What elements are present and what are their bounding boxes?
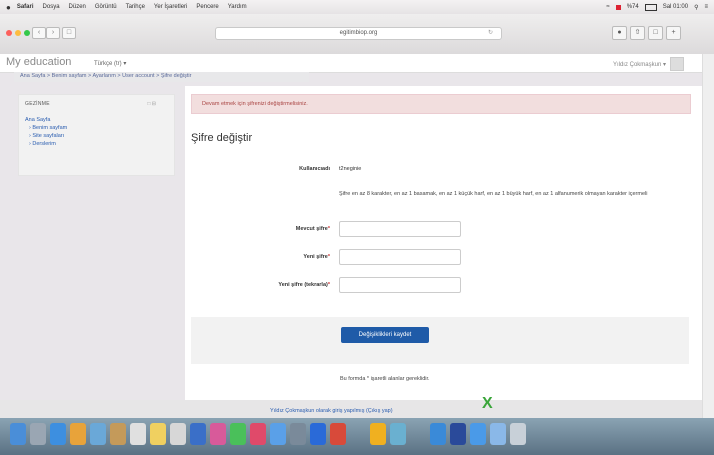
download-icon[interactable]: ● [612, 26, 627, 40]
logged-in-info[interactable]: Yıldız Çokmaşkun olarak giriş yapılmış (… [270, 408, 393, 414]
battery-percent: %74 [626, 4, 639, 10]
alert-message: Devam etmek için şifrenizi değiştirmelis… [191, 94, 691, 114]
browser-toolbar: ‹ › □ egitimbiop.org ↻ ● ⇧ □ + [0, 14, 714, 55]
required-fields-note: Bu formda * işaretli alanlar gereklidir. [340, 376, 430, 382]
password-policy: Şifre en az 8 karakter, en az 1 basamak,… [339, 191, 648, 197]
navigation-list: Ana Sayfa › Benim sayfam › Site sayfalar… [25, 116, 67, 148]
window-controls [6, 30, 30, 36]
nav-item-courses[interactable]: › Derslerim [25, 140, 67, 148]
menu-dosya[interactable]: Dosya [43, 4, 60, 10]
dock-spacer [350, 423, 366, 445]
navigation-heading: GEZİNME [25, 101, 50, 107]
nav-item-home[interactable]: Ana Sayfa [25, 116, 67, 124]
tabs-icon[interactable]: □ [648, 26, 663, 40]
avatar[interactable] [670, 57, 684, 71]
flag-icon[interactable] [615, 4, 621, 10]
close-window-icon[interactable] [6, 30, 12, 36]
new-password-again-input[interactable] [339, 277, 461, 293]
username-value: t2neginie [339, 166, 362, 172]
menu-duzen[interactable]: Düzen [69, 4, 86, 10]
save-changes-button[interactable]: Değişiklikleri kaydet [341, 327, 429, 343]
downloads-folder-icon[interactable] [430, 423, 446, 445]
notes-icon[interactable] [150, 423, 166, 445]
x-mark: X [482, 395, 493, 412]
form-actions: Değişiklikleri kaydet [191, 317, 689, 364]
folder-icon[interactable] [470, 423, 486, 445]
word-icon[interactable] [310, 423, 326, 445]
nav-item-my-page[interactable]: › Benim sayfam [25, 124, 67, 132]
safari-icon[interactable] [50, 423, 66, 445]
itunes-icon[interactable] [250, 423, 266, 445]
battery-icon[interactable] [644, 3, 657, 11]
contacts-icon[interactable] [110, 423, 126, 445]
required-mark: * [327, 254, 330, 260]
back-icon[interactable]: ‹ [32, 27, 46, 39]
language-menu[interactable]: Türkçe (tr) ▾ [94, 60, 126, 67]
address-bar[interactable]: egitimbiop.org ↻ [215, 27, 502, 40]
powerpoint-icon[interactable] [330, 423, 346, 445]
macos-menubar: ● Safari Dosya Düzen Görüntü Tarihçe Yer… [0, 0, 714, 14]
user-name: Yıldız Çokmaşkun ▾ [612, 61, 666, 68]
app-store-icon[interactable] [270, 423, 286, 445]
maps-icon[interactable] [190, 423, 206, 445]
dock-spacer [410, 423, 426, 445]
utility-icon[interactable] [390, 423, 406, 445]
apple-icon[interactable]: ● [6, 3, 11, 12]
system-preferences-icon[interactable] [290, 423, 306, 445]
mail-icon[interactable] [90, 423, 106, 445]
list-icon[interactable]: ≡ [704, 4, 708, 10]
new-password-label: Yeni şifre* [303, 254, 330, 260]
navigation-block: GEZİNME □ ⊟ Ana Sayfa › Benim sayfam › S… [18, 94, 175, 176]
menu-goruntu[interactable]: Görüntü [95, 4, 117, 10]
menu-yardim[interactable]: Yardım [228, 4, 247, 10]
photos-icon[interactable] [210, 423, 226, 445]
messages-icon[interactable] [230, 423, 246, 445]
sidebar-icon[interactable]: □ [62, 27, 76, 39]
menu-tarihce[interactable]: Tarihçe [126, 4, 145, 10]
nav-item-site-pages[interactable]: › Site sayfaları [25, 132, 67, 140]
zoom-window-icon[interactable] [24, 30, 30, 36]
launchpad-icon[interactable] [30, 423, 46, 445]
documents-icon[interactable] [450, 423, 466, 445]
required-mark: * [327, 226, 330, 232]
finder-icon[interactable] [10, 423, 26, 445]
clock[interactable]: Sal 01:00 [663, 4, 688, 10]
new-tab-icon[interactable]: + [666, 26, 681, 40]
wifi-icon[interactable]: ≈ [606, 4, 609, 10]
new-password-again-label: Yeni şifre (tekrarla)* [278, 282, 330, 288]
menu-safari[interactable]: Safari [17, 4, 34, 10]
new-password-input[interactable] [339, 249, 461, 265]
breadcrumb[interactable]: Ana Sayfa > Benim sayfam > Ayarlarım > U… [14, 72, 309, 82]
chrome-icon[interactable] [70, 423, 86, 445]
share-icon[interactable]: ⇧ [630, 26, 645, 40]
trash-icon[interactable] [510, 423, 526, 445]
menu-pencere[interactable]: Pencere [196, 4, 218, 10]
page-title: Şifre değiştir [191, 132, 253, 144]
calendar-icon[interactable] [130, 423, 146, 445]
window-icon[interactable] [490, 423, 506, 445]
macos-dock [0, 418, 714, 455]
site-navbar: My education Türkçe (tr) ▾ Yıldız Çokmaş… [0, 54, 702, 73]
main-content: Devam etmek için şifrenizi değiştirmelis… [185, 86, 702, 408]
reload-icon[interactable]: ↻ [488, 28, 493, 39]
dock-icons [10, 423, 526, 445]
menu-yer-isaretleri[interactable]: Yer İşaretleri [154, 4, 187, 10]
vlc-icon[interactable] [370, 423, 386, 445]
reminders-icon[interactable] [170, 423, 186, 445]
user-menu[interactable]: Yıldız Çokmaşkun ▾ [613, 57, 684, 71]
forward-icon[interactable]: › [46, 27, 60, 39]
minimize-window-icon[interactable] [15, 30, 21, 36]
current-password-input[interactable] [339, 221, 461, 237]
current-password-label: Mevcut şifre* [295, 226, 330, 232]
menubar-status: ≈ %74 Sal 01:00 ⚲ ≡ [606, 3, 714, 11]
required-mark: * [327, 282, 330, 288]
address-text: egitimbiop.org [339, 30, 378, 36]
search-icon[interactable]: ⚲ [694, 4, 698, 11]
scrollbar[interactable] [702, 54, 714, 422]
block-controls-icon[interactable]: □ ⊟ [147, 101, 156, 107]
username-label: Kullanıcıadı [299, 166, 330, 172]
site-brand[interactable]: My education [6, 56, 71, 68]
